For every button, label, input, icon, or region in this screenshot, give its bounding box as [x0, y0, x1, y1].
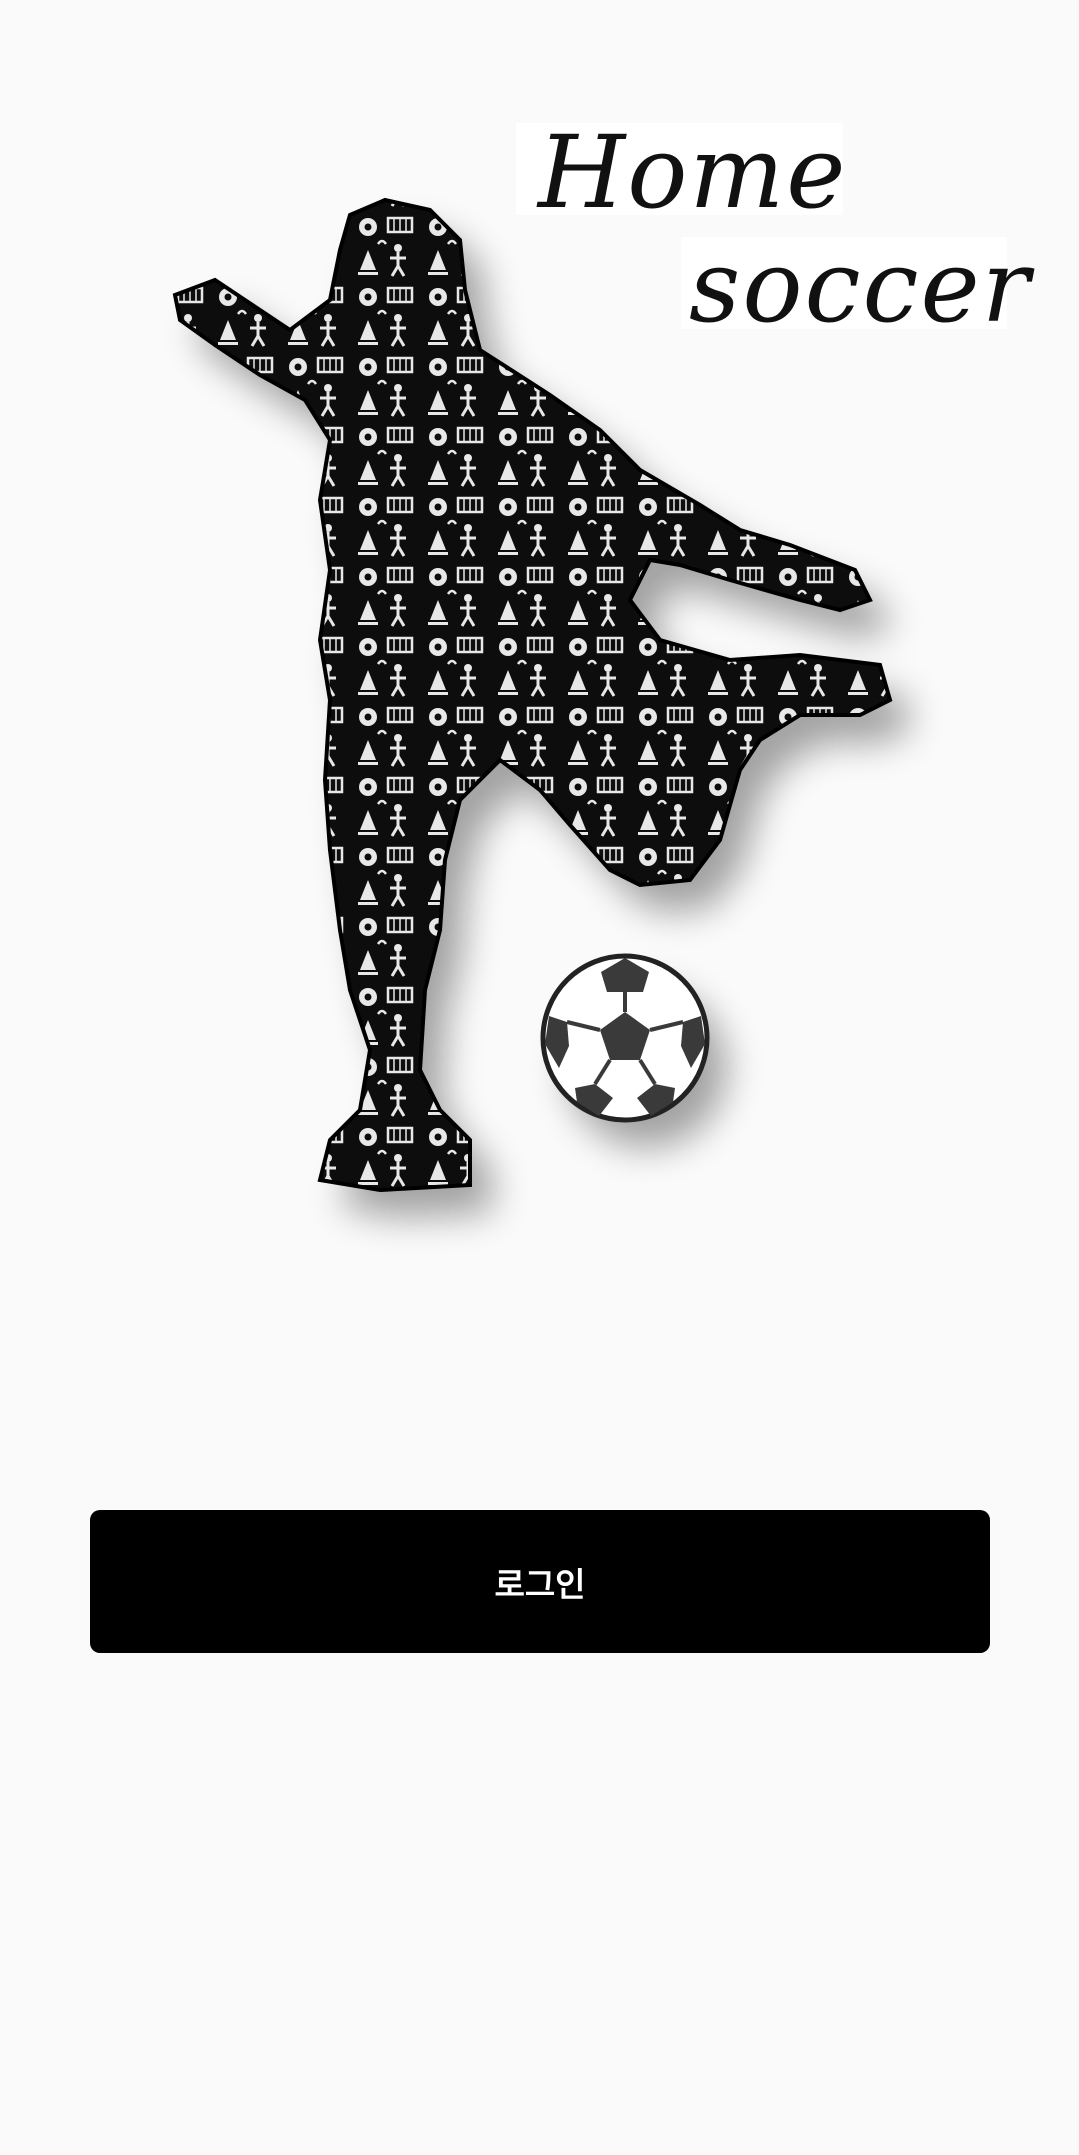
login-button[interactable]: 로그인 — [90, 1510, 990, 1653]
soccer-ball — [540, 953, 710, 1123]
splash-screen: Home soccer 로그인 — [0, 0, 1079, 2155]
player-silhouette — [172, 197, 893, 1193]
logo-soccer-text: soccer — [681, 237, 1030, 337]
logo-home-text: Home — [516, 123, 845, 223]
